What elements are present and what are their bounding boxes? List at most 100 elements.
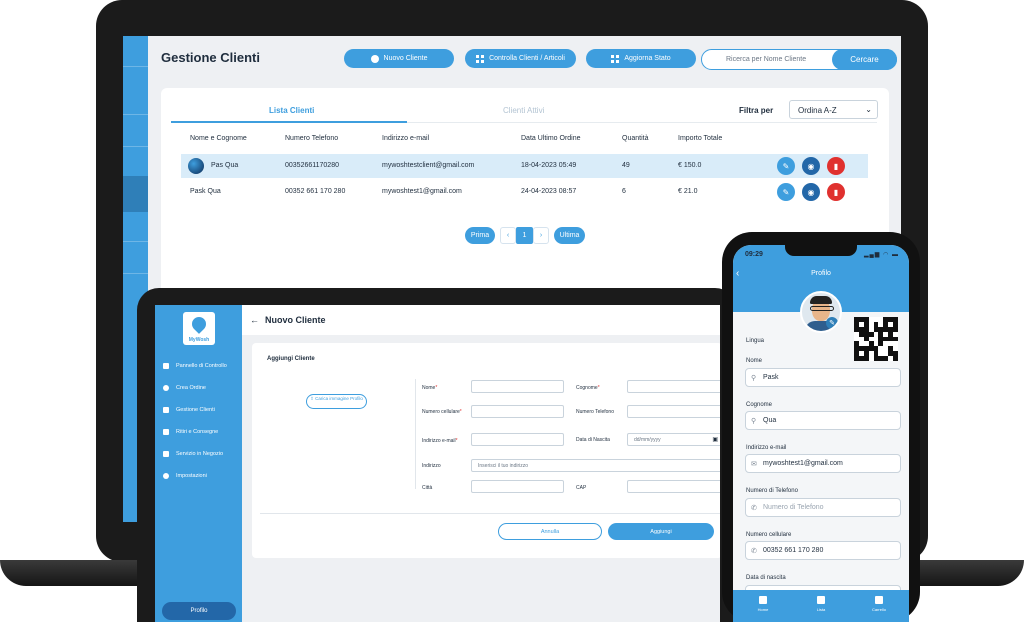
phone-placeholder: Numero di Telefono [763, 504, 824, 511]
email-value: mywoshtest1@gmail.com [763, 460, 843, 467]
status-icons: ▂▄▆ ◠ ▬ [863, 252, 899, 258]
sidebar-item-clients[interactable]: Gestione Clienti [163, 403, 215, 417]
page-1-button[interactable]: 1 [516, 227, 533, 244]
pencil-icon[interactable]: ✎ [777, 183, 795, 201]
grid-icon [476, 54, 485, 63]
page-title: Gestione Clienti [161, 50, 260, 65]
sidebar-item-label: Impostazioni [176, 473, 207, 479]
phone-field[interactable] [627, 405, 720, 418]
phone-screen: 09:29 ▂▄▆ ◠ ▬ ‹ Profilo ✎ Lingua Nome ⚲ P… [733, 245, 909, 622]
cell-email: mywoshtest1@gmail.com [382, 188, 462, 195]
upload-photo-label: Carica immagine Profilo [315, 396, 363, 401]
add-button[interactable]: Aggiungi [608, 523, 714, 540]
field-label: Numero di Telefono [746, 488, 798, 494]
email-field[interactable] [471, 433, 564, 446]
cell-quantity: 6 [622, 188, 626, 195]
cell-date: 24-04-2023 08:57 [521, 188, 577, 195]
tab-divider [407, 122, 877, 123]
eye-icon[interactable]: ◉ [802, 183, 820, 201]
mobile-field[interactable] [471, 405, 564, 418]
search-button[interactable]: Cercare [832, 49, 897, 70]
profile-avatar[interactable]: ✎ [800, 291, 842, 333]
new-client-button[interactable]: Nuovo Cliente [344, 49, 454, 68]
sort-select[interactable]: Ordina A-Z ⌄ [789, 100, 878, 119]
prev-page-button[interactable]: ‹ [500, 227, 516, 244]
tab-list[interactable]: Lista [801, 596, 841, 612]
trash-icon[interactable]: ▮ [827, 183, 845, 201]
mobile-input[interactable]: ✆ 00352 661 170 280 [745, 541, 901, 560]
plus-circle-icon [163, 385, 169, 391]
tab-active-clients[interactable]: Clienti Attivi [503, 106, 544, 115]
table-row[interactable]: Pask Qua 00352 661 170 280 mywoshtest1@g… [181, 180, 868, 204]
pencil-icon[interactable]: ✎ [826, 317, 838, 329]
city-label: Città [422, 485, 433, 491]
language-label: Lingua [746, 338, 765, 344]
update-status-button[interactable]: Aggiorna Stato [586, 49, 696, 68]
city-field[interactable] [471, 480, 564, 493]
tab-label: Lista [816, 607, 826, 612]
upload-photo-button[interactable]: ⇪ Carica immagine Profilo [306, 394, 367, 409]
tab-label: Home [757, 607, 769, 612]
sidebar-item-pickups[interactable]: Ritiri e Consegne [163, 425, 218, 439]
store-icon [163, 451, 169, 457]
last-page-button[interactable]: Ultima [554, 227, 585, 244]
first-page-button[interactable]: Prima [465, 227, 495, 244]
birthdate-placeholder: dd/mm/yyyy [634, 437, 661, 443]
first-name-input[interactable]: ⚲ Pask [745, 368, 901, 387]
eye-icon[interactable]: ◉ [802, 157, 820, 175]
next-page-button[interactable]: › [533, 227, 549, 244]
sidebar-item-settings[interactable]: Impostazioni [163, 469, 207, 483]
tablet-header: ← Nuovo Cliente [242, 305, 720, 335]
tab-cart[interactable]: Carrello [859, 596, 899, 612]
table-row[interactable]: Pas Qua 00352661170280 mywoshtestclient@… [181, 154, 868, 178]
pencil-icon[interactable]: ✎ [777, 157, 795, 175]
grid-icon [611, 54, 620, 63]
tab-client-list[interactable]: Lista Clienti [269, 106, 314, 115]
address-field[interactable]: Inserisci il tuo indirizzo [471, 459, 720, 472]
avatar-glasses [810, 306, 834, 311]
cap-label: CAP [576, 485, 587, 491]
users-icon [163, 407, 169, 413]
cell-name: Pask Qua [190, 188, 221, 195]
cap-field[interactable] [627, 480, 720, 493]
search-placeholder: Ricerca per Nome Cliente [726, 56, 807, 63]
sidebar-item-dashboard[interactable]: Pannello di Controllo [163, 359, 227, 373]
tablet-sidebar: MyWosh Pannello di Controllo Crea Ordine… [155, 305, 242, 622]
check-clients-label: Controlla Clienti / Articoli [489, 55, 565, 62]
sidebar-item-in-store[interactable]: Servizio in Negozio [163, 447, 223, 461]
sort-select-value: Ordina A-Z [798, 106, 837, 115]
first-name-value: Pask [763, 374, 779, 381]
sidebar-item-create-order[interactable]: Crea Ordine [163, 381, 206, 395]
profile-button[interactable]: Profilo [162, 602, 236, 620]
column-header: Quantità [622, 135, 649, 142]
trash-icon[interactable]: ▮ [827, 157, 845, 175]
tablet-screen: MyWosh Pannello di Controllo Crea Ordine… [155, 305, 720, 622]
email-label: Indirizzo e-mail* [422, 438, 458, 444]
cancel-button[interactable]: Annulla [498, 523, 602, 540]
sidebar-item-label: Ritiri e Consegne [176, 429, 219, 435]
name-label: Nome* [422, 385, 438, 391]
water-drop-icon [189, 314, 209, 334]
mail-icon: ✉ [751, 461, 757, 468]
cell-phone: 00352 661 170 280 [285, 188, 346, 195]
phone-input[interactable]: ✆ Numero di Telefono [745, 498, 901, 517]
sidebar-item-label: Servizio in Negozio [176, 451, 224, 457]
tab-label: Carrello [871, 607, 886, 612]
brand-logo: MyWosh [183, 312, 215, 345]
surname-field[interactable] [627, 380, 720, 393]
mobile-value: 00352 661 170 280 [763, 547, 824, 554]
avatar-hair [810, 296, 832, 304]
back-arrow-icon[interactable]: ← [250, 315, 259, 325]
name-field[interactable] [471, 380, 564, 393]
device-mockup: Gestione Clienti Nuovo Cliente Controlla… [0, 0, 1024, 622]
last-name-input[interactable]: ⚲ Qua [745, 411, 901, 430]
brand-name: MyWosh [188, 337, 210, 343]
birthdate-field[interactable]: dd/mm/yyyy ▣ [627, 433, 720, 446]
active-tab-indicator [171, 121, 407, 123]
email-input[interactable]: ✉ mywoshtest1@gmail.com [745, 454, 901, 473]
column-header: Indirizzo e-mail [382, 135, 430, 142]
search-input[interactable]: Ricerca per Nome Cliente Cercare [701, 49, 897, 70]
phone-notch [785, 242, 857, 256]
check-clients-button[interactable]: Controlla Clienti / Articoli [465, 49, 576, 68]
tab-home[interactable]: Home [743, 596, 783, 612]
